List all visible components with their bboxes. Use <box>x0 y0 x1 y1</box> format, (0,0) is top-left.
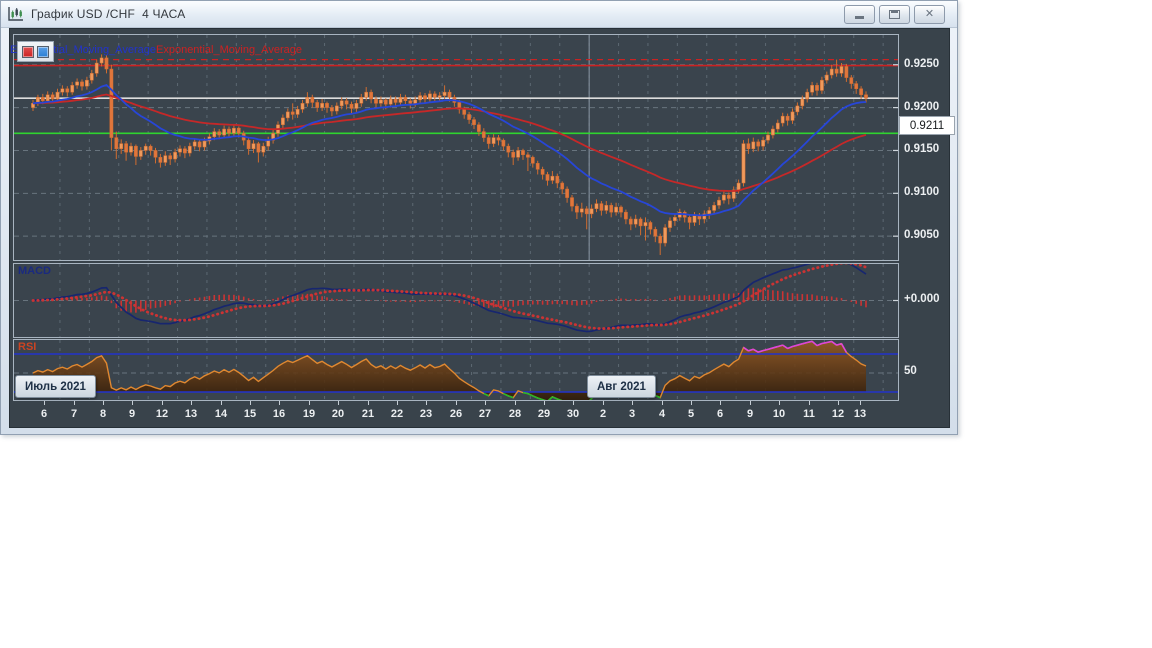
chart-window-icon <box>8 7 23 21</box>
time-axis-tick <box>338 401 339 405</box>
rsi-label: RSI <box>18 341 37 353</box>
time-axis-tick <box>191 401 192 405</box>
macd-panel[interactable]: MACD <box>13 263 899 338</box>
time-axis-label: 12 <box>831 408 845 420</box>
time-axis-tick <box>250 401 251 405</box>
time-axis-label: 5 <box>687 408 695 420</box>
time-axis-label: 6 <box>40 408 48 420</box>
window-titlebar[interactable]: График USD /CHF 4 ЧАСА ✕ <box>1 1 957 28</box>
time-axis-tick <box>838 401 839 405</box>
legend-button-plate <box>17 41 54 62</box>
time-axis-label: 6 <box>716 408 724 420</box>
time-axis-label: 15 <box>243 408 257 420</box>
chart-window: График USD /CHF 4 ЧАСА ✕ Exponential_Mov… <box>0 0 958 435</box>
time-axis-label: 21 <box>361 408 375 420</box>
price-axis-label: 0.9100 <box>904 186 940 198</box>
ema-blue-toggle-button[interactable] <box>37 45 49 58</box>
time-axis-tick <box>662 401 663 405</box>
time-axis-tick <box>456 401 457 405</box>
time-axis-tick <box>279 401 280 405</box>
chart-client-area: Exponential_Moving_Average Exponential_M… <box>9 28 955 428</box>
time-axis-label: 13 <box>184 408 198 420</box>
ema-red-toggle-button[interactable] <box>22 45 34 58</box>
time-axis-tick <box>779 401 780 405</box>
time-axis-tick <box>74 401 75 405</box>
price-chart-svg <box>14 35 898 260</box>
time-axis: 6 7 8 9 12 13 14 15 16 19 20 21 22 23 26 27 28 29 30 2 3 4 5 6 9… <box>13 401 899 428</box>
time-axis-label: 9 <box>746 408 754 420</box>
time-axis-label: 23 <box>419 408 433 420</box>
rsi-axis-label: 50 <box>904 365 917 377</box>
time-axis-label: 8 <box>99 408 107 420</box>
price-axis-label: 0.9200 <box>904 101 940 113</box>
time-axis-tick <box>485 401 486 405</box>
time-axis-label: 16 <box>272 408 286 420</box>
time-axis-label: 20 <box>331 408 345 420</box>
macd-chart-svg <box>14 264 898 337</box>
rsi-chart-svg <box>14 340 898 400</box>
month-callout-july: Июль 2021 <box>15 375 96 398</box>
time-axis-label: 19 <box>302 408 316 420</box>
time-axis-label: 12 <box>155 408 169 420</box>
price-panel[interactable]: Exponential_Moving_Average Exponential_M… <box>10 34 899 261</box>
rsi-panel[interactable]: RSI <box>13 339 899 401</box>
maximize-icon <box>889 10 900 19</box>
time-axis-tick <box>426 401 427 405</box>
time-axis-label: 4 <box>658 408 666 420</box>
time-axis-tick <box>720 401 721 405</box>
minimize-button[interactable] <box>844 5 875 24</box>
time-axis-label: 22 <box>390 408 404 420</box>
time-axis-label: 29 <box>537 408 551 420</box>
macd-axis-label: +0.000 <box>904 293 940 305</box>
time-axis-tick <box>750 401 751 405</box>
time-axis-label: 13 <box>853 408 867 420</box>
time-axis-label: 2 <box>599 408 607 420</box>
time-axis-tick <box>632 401 633 405</box>
macd-label: MACD <box>18 265 51 277</box>
time-axis-tick <box>397 401 398 405</box>
price-axis-label: 0.9050 <box>904 229 940 241</box>
time-axis-tick <box>368 401 369 405</box>
time-axis-label: 9 <box>128 408 136 420</box>
time-axis-tick <box>691 401 692 405</box>
price-axis-label: 0.9150 <box>904 143 940 155</box>
window-title: График USD /CHF 4 ЧАСА <box>31 7 186 21</box>
time-axis-tick <box>44 401 45 405</box>
time-axis-label: 11 <box>803 408 815 420</box>
time-axis-tick <box>860 401 861 405</box>
close-button[interactable]: ✕ <box>914 5 945 24</box>
time-axis-label: 10 <box>772 408 786 420</box>
time-axis-label: 26 <box>449 408 463 420</box>
price-axis-label: 0.9250 <box>904 58 940 70</box>
month-callout-august: Авг 2021 <box>587 375 656 398</box>
time-axis-label: 27 <box>478 408 492 420</box>
time-axis-tick <box>809 401 810 405</box>
time-axis-label: 3 <box>628 408 636 420</box>
time-axis-tick <box>544 401 545 405</box>
time-axis-tick <box>603 401 604 405</box>
close-icon: ✕ <box>924 8 935 20</box>
time-axis-tick <box>132 401 133 405</box>
maximize-button[interactable] <box>879 5 910 24</box>
time-axis-label: 7 <box>70 408 78 420</box>
time-axis-label: 30 <box>566 408 580 420</box>
time-axis-tick <box>573 401 574 405</box>
time-axis-label: 14 <box>214 408 228 420</box>
minimize-icon <box>855 16 864 19</box>
time-axis-tick <box>309 401 310 405</box>
time-axis-label: 28 <box>508 408 522 420</box>
time-axis-tick <box>103 401 104 405</box>
time-axis-tick <box>515 401 516 405</box>
current-price-flag: 0.9211 <box>899 116 955 135</box>
time-axis-tick <box>221 401 222 405</box>
time-axis-tick <box>162 401 163 405</box>
ema-red-legend-label: Exponential_Moving_Average <box>156 44 302 56</box>
